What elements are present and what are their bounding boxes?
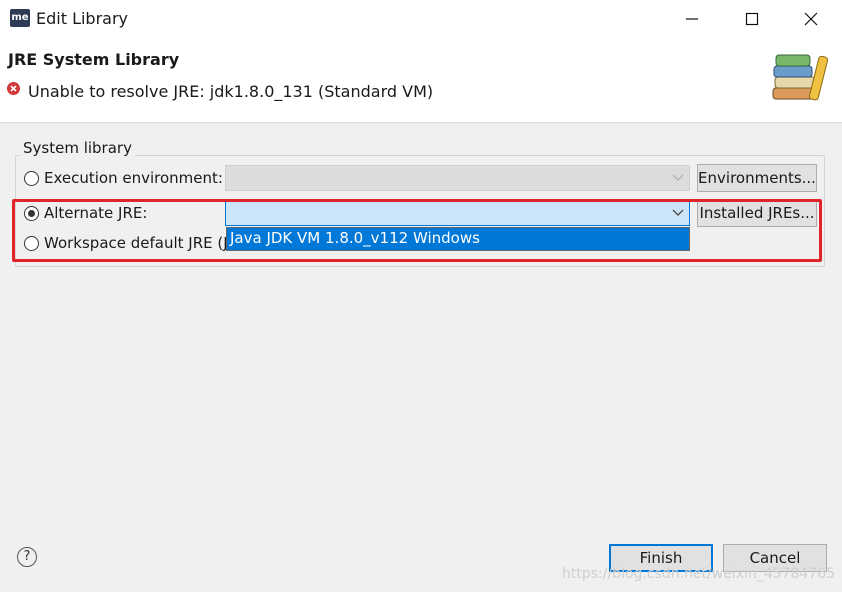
maximize-icon [745,12,759,26]
dialog-header: JRE System Library Unable to resolve JRE… [0,38,842,123]
minimize-icon [686,18,698,20]
execution-environment-label: Execution environment: [44,169,223,187]
highlight-box [12,199,822,262]
title-bar: me Edit Library [0,0,842,38]
error-icon [7,82,20,95]
close-button[interactable] [782,0,840,38]
close-icon [804,12,818,26]
help-button[interactable]: ? [17,547,37,567]
window-title: Edit Library [36,9,129,28]
chevron-down-icon [672,174,684,181]
group-label: System library [20,139,135,157]
error-message: Unable to resolve JRE: jdk1.8.0_131 (Sta… [28,82,434,101]
books-icon [772,54,829,101]
environments-button[interactable]: Environments... [697,164,817,192]
watermark: https://blog.csdn.net/weixin_45784765 [562,566,836,582]
me-app-icon: me [10,9,30,27]
execution-environment-combo[interactable] [225,165,690,191]
page-title: JRE System Library [8,50,180,69]
maximize-button[interactable] [724,0,782,38]
minimize-button[interactable] [668,0,726,38]
execution-environment-radio[interactable] [24,171,39,186]
